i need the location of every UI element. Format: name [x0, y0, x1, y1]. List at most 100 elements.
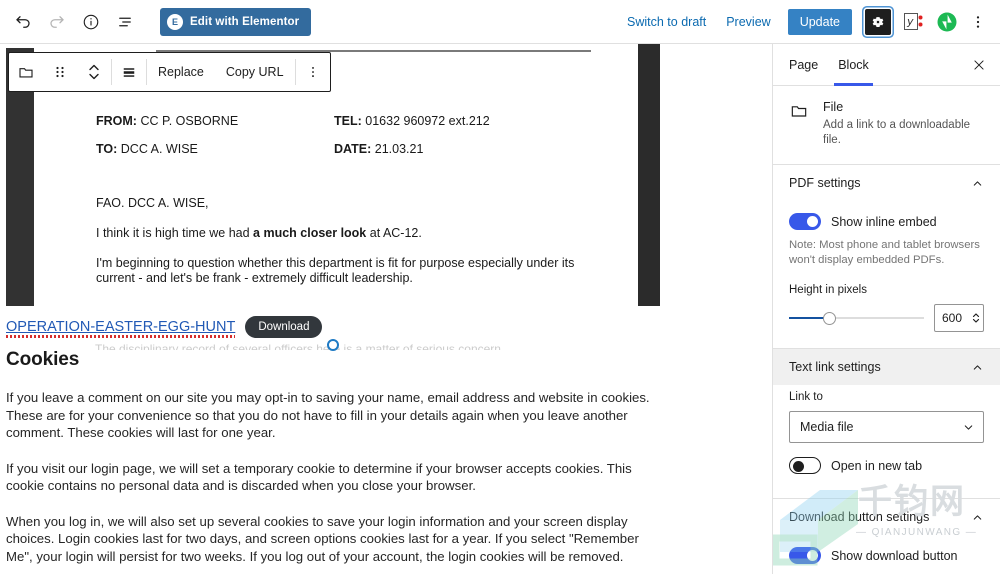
pdf-paragraph-1-pre: I think it is high time we had: [96, 226, 254, 240]
slider-fill: [789, 317, 827, 319]
pdf-from-row: FROM: CC P. OSBORNE: [96, 114, 238, 128]
block-info: File Add a link to a downloadable file.: [773, 86, 1000, 165]
edit-with-elementor-label: Edit with Elementor: [190, 15, 300, 28]
height-slider[interactable]: [789, 309, 924, 327]
pdf-from-value: CC P. OSBORNE: [140, 114, 239, 128]
copy-url-button[interactable]: Copy URL: [215, 53, 295, 91]
pdf-to-value: DCC A. WISE: [120, 142, 198, 156]
show-inline-embed-toggle[interactable]: [789, 213, 821, 230]
show-inline-embed-label: Show inline embed: [831, 214, 937, 229]
panel-text-link-settings-body: Link to Media file Open in new tab: [773, 385, 1000, 498]
block-description: Add a link to a downloadable file.: [823, 119, 971, 146]
file-block-row: OPERATION-EASTER-EGG-HUNT Download: [6, 316, 323, 338]
pdf-paragraph-2: I'm beginning to question whether this d…: [96, 256, 575, 285]
editor-top-bar: E Edit with Elementor Switch to draft Pr…: [0, 0, 1000, 44]
panel-pdf-settings-header[interactable]: PDF settings: [773, 165, 1000, 201]
pdf-date-row: DATE: 21.03.21: [334, 142, 423, 156]
pdf-date-value: 21.03.21: [374, 142, 424, 156]
panel-text-link-settings-header[interactable]: Text link settings: [773, 349, 1000, 385]
panel-pdf-settings-body: Show inline embed Note: Most phone and t…: [773, 201, 1000, 348]
tab-block[interactable]: Block: [828, 44, 879, 86]
show-download-button-label: Show download button: [831, 548, 958, 563]
pdf-paragraph-1-post: at AC-12.: [366, 226, 422, 240]
height-control-row: 600: [789, 304, 984, 332]
block-more-options-icon[interactable]: [296, 53, 330, 91]
panel-pdf-settings: PDF settings Show inline embed Note: Mos…: [773, 165, 1000, 349]
preview-button[interactable]: Preview: [717, 9, 779, 35]
height-number-input[interactable]: 600: [934, 304, 984, 332]
panel-download-button-settings-title: Download button settings: [789, 510, 930, 524]
toggle-knob: [807, 550, 818, 561]
update-button[interactable]: Update: [787, 8, 852, 35]
panel-download-button-settings-body: Show download button: [773, 535, 1000, 574]
toggle-knob: [807, 216, 818, 227]
height-in-pixels-label: Height in pixels: [789, 284, 867, 296]
open-in-new-tab-toggle[interactable]: [789, 457, 821, 474]
panel-text-link-settings-title: Text link settings: [789, 360, 881, 374]
replace-button[interactable]: Replace: [147, 53, 215, 91]
svg-text:y: y: [906, 15, 914, 28]
content-paragraph[interactable]: If you leave a comment on our site you m…: [6, 389, 666, 442]
switch-to-draft-button[interactable]: Switch to draft: [618, 9, 715, 35]
pdf-paragraph-1-bold: a much closer look: [253, 226, 367, 240]
show-download-button-toggle[interactable]: [789, 547, 821, 564]
redo-icon[interactable]: [40, 5, 74, 39]
align-icon[interactable]: [112, 53, 146, 91]
pdf-date-label: DATE:: [334, 142, 372, 156]
inline-embed-note: Note: Most phone and tablet browsers won…: [789, 239, 980, 266]
undo-icon[interactable]: [6, 5, 40, 39]
pdf-salutation: FAO. DCC A. WISE,: [96, 196, 209, 210]
yoast-seo-icon[interactable]: y: [904, 12, 924, 32]
tab-page[interactable]: Page: [779, 44, 828, 86]
jetpack-icon[interactable]: [937, 12, 957, 32]
block-info-text: File Add a link to a downloadable file.: [823, 100, 984, 148]
height-value: 600: [942, 311, 963, 325]
pdf-to-row: TO: DCC A. WISE: [96, 142, 198, 156]
page-title[interactable]: Cookies: [6, 349, 666, 371]
open-in-new-tab-row: Open in new tab: [789, 457, 984, 474]
file-link-label: OPERATION-EASTER-EGG-HUNT: [6, 319, 236, 335]
pdf-tel-row: TEL: 01632 960972 ext.212: [334, 114, 490, 128]
slider-thumb[interactable]: [822, 312, 836, 325]
chevron-down-icon: [962, 421, 975, 434]
panel-pdf-settings-title: PDF settings: [789, 176, 861, 190]
top-bar-left-tools: E Edit with Elementor: [0, 5, 312, 39]
link-to-label: Link to: [789, 391, 823, 403]
wordpress-block-editor: E Edit with Elementor Switch to draft Pr…: [0, 0, 1000, 574]
content-paragraph[interactable]: If you visit our login page, we will set…: [6, 460, 666, 495]
panel-download-button-settings: Download button settings Show download b…: [773, 499, 1000, 574]
top-bar-right-tools: Switch to draft Preview Update y: [618, 8, 1000, 36]
panel-download-button-settings-header[interactable]: Download button settings: [773, 499, 1000, 535]
content-paragraph[interactable]: When you log in, we will also set up sev…: [6, 513, 666, 566]
sidebar-tabs: Page Block: [773, 44, 1000, 86]
post-content: Cookies If you leave a comment on our si…: [6, 349, 666, 574]
number-stepper-icon[interactable]: [972, 312, 980, 324]
chevron-up-icon: [971, 177, 984, 190]
file-block-icon[interactable]: [9, 53, 43, 91]
file-link[interactable]: OPERATION-EASTER-EGG-HUNT: [6, 319, 236, 338]
editor-canvas: FROM: CC P. OSBORNE TO: DCC A. WISE TEL:…: [0, 44, 772, 574]
pdf-tel-value: 01632 960972 ext.212: [365, 114, 490, 128]
pdf-to-label: TO:: [96, 142, 118, 156]
info-icon[interactable]: [74, 5, 108, 39]
pdf-from-label: FROM:: [96, 114, 137, 128]
chevron-up-icon: [971, 511, 984, 524]
show-download-button-row: Show download button: [789, 547, 984, 564]
pdf-tel-label: TEL:: [334, 114, 362, 128]
link-to-select[interactable]: Media file: [789, 411, 984, 443]
drag-handle-icon[interactable]: [43, 53, 77, 91]
file-folder-icon: [789, 100, 813, 148]
pdf-viewer-right-gutter: [638, 44, 660, 306]
move-up-down-icon[interactable]: [77, 53, 111, 91]
list-view-icon[interactable]: [108, 5, 142, 39]
more-options-icon[interactable]: [964, 8, 992, 36]
edit-with-elementor-button[interactable]: E Edit with Elementor: [160, 7, 312, 36]
gear-icon[interactable]: [865, 8, 891, 35]
open-in-new-tab-label: Open in new tab: [831, 458, 923, 473]
link-to-value: Media file: [800, 420, 854, 434]
download-button[interactable]: Download: [245, 316, 323, 338]
settings-sidebar: Page Block File Add a link to a download…: [772, 44, 1000, 574]
close-icon[interactable]: [964, 50, 994, 80]
elementor-badge-icon: E: [167, 13, 183, 30]
block-toolbar: Replace Copy URL: [8, 52, 331, 92]
